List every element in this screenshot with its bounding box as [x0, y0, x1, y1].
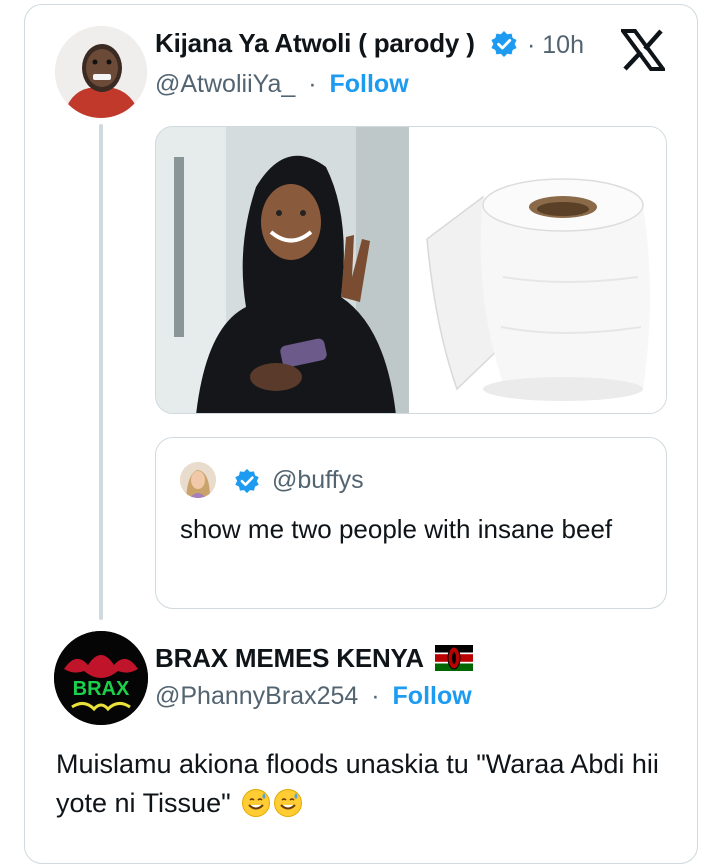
author-handle-row: @AtwoliiYa_ · Follow [155, 70, 409, 99]
quoted-author-avatar[interactable] [180, 462, 216, 498]
author-handle[interactable]: @AtwoliiYa_ [155, 70, 295, 98]
quoted-author-handle[interactable]: @buffys [272, 466, 364, 495]
reply-author-avatar[interactable]: BRAX [54, 631, 148, 725]
author-avatar[interactable] [55, 26, 147, 118]
quoted-tweet-text: show me two people with insane beef [180, 514, 613, 544]
follow-button[interactable]: Follow [329, 70, 408, 98]
media-photo-toilet-paper[interactable] [413, 127, 666, 413]
quoted-verified-badge-icon [234, 468, 260, 494]
reply-tweet-text: Muislamu akiona floods unaskia tu "Waraa… [56, 749, 659, 818]
quoted-tweet[interactable]: @buffys show me two people with insane b… [155, 437, 667, 609]
kenya-flag-icon [435, 645, 473, 671]
reply-author-display-name[interactable]: BRAX MEMES KENYA [155, 643, 424, 674]
sweat-smile-emoji-icon [274, 789, 303, 817]
reply-follow-button[interactable]: Follow [393, 682, 472, 710]
verified-badge-icon [490, 30, 518, 58]
reply-text-block: Muislamu akiona floods unaskia tu "Waraa… [56, 745, 676, 823]
reply-avatar-text: BRAX [73, 678, 130, 700]
separator-dot: · [308, 70, 317, 98]
separator-dot: · [371, 682, 380, 710]
thread-line [99, 124, 103, 620]
tweet-timestamp[interactable]: · 10h [527, 31, 584, 60]
media-photo-woman[interactable] [156, 127, 409, 413]
media-grid [155, 126, 667, 414]
reply-handle-row: @PhannyBrax254 · Follow [155, 682, 472, 711]
x-logo-icon[interactable] [619, 29, 667, 71]
author-display-name[interactable]: Kijana Ya Atwoli ( parody ) [155, 28, 475, 59]
sweat-smile-emoji-icon [242, 789, 271, 817]
reply-author-handle[interactable]: @PhannyBrax254 [155, 682, 358, 710]
